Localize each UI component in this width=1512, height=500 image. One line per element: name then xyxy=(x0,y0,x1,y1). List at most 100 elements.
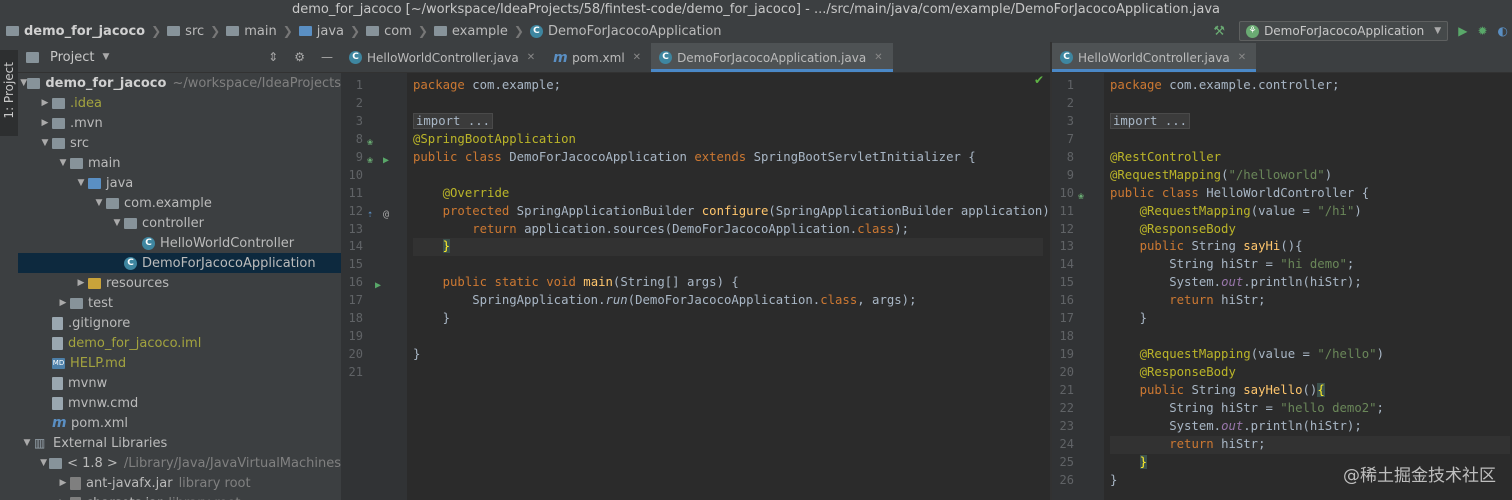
code-line[interactable]: String hiStr = "hi demo"; xyxy=(1110,256,1510,274)
code-line[interactable] xyxy=(1110,95,1510,113)
breadcrumb-item[interactable]: java xyxy=(317,24,344,39)
spring-bean-icon[interactable]: ❀ xyxy=(367,152,373,170)
editor-tab[interactable]: m pom.xml ✕ xyxy=(545,43,651,72)
expand-arrow-icon[interactable]: ▼ xyxy=(20,78,27,88)
code-line[interactable]: package com.example.controller; xyxy=(1110,77,1510,95)
tree-item[interactable]: ▶ .idea xyxy=(18,93,341,113)
tree-item[interactable]: mvnw xyxy=(18,373,341,393)
expand-arrow-icon[interactable]: ▼ xyxy=(74,178,88,188)
debug-bug-icon[interactable]: ✹ xyxy=(1477,24,1487,38)
expand-arrow-icon[interactable]: ▼ xyxy=(20,438,34,448)
code-line[interactable]: @RequestMapping(value = "/hi") xyxy=(1110,203,1510,221)
expand-arrow-icon[interactable]: ▼ xyxy=(38,458,49,468)
tree-item[interactable]: ▼ java xyxy=(18,173,341,193)
code-line[interactable]: @ResponseBody xyxy=(1110,221,1510,239)
run-gutter-icon[interactable]: ▶ xyxy=(375,277,381,295)
close-tab-icon[interactable]: ✕ xyxy=(527,52,535,63)
override-icon[interactable]: ⇡ xyxy=(367,206,373,224)
code-line[interactable]: } xyxy=(413,346,1043,364)
close-tab-icon[interactable]: ✕ xyxy=(633,52,641,63)
tree-item[interactable]: ▼ controller xyxy=(18,213,341,233)
code-line[interactable] xyxy=(413,167,1043,185)
breadcrumb-item[interactable]: demo_for_jacoco xyxy=(24,24,145,39)
close-tab-icon[interactable]: ✕ xyxy=(874,52,882,63)
tree-item[interactable]: C HelloWorldController xyxy=(18,233,341,253)
collapse-arrow-icon[interactable]: ▶ xyxy=(38,118,52,128)
code-line[interactable]: public String sayHi(){ xyxy=(1110,238,1510,256)
tree-item[interactable]: ▼ < 1.8 > /Library/Java/JavaVirtualMachine… xyxy=(18,453,341,473)
build-hammer-icon[interactable]: ⚒ xyxy=(1213,24,1225,39)
code-line[interactable]: @SpringBootApplication xyxy=(413,131,1043,149)
code-line[interactable]: SpringApplication.run(DemoForJacocoAppli… xyxy=(413,292,1043,310)
breadcrumb-item[interactable]: src xyxy=(185,24,204,39)
coverage-icon[interactable]: ◐ xyxy=(1498,24,1508,38)
code-line[interactable] xyxy=(1110,328,1510,346)
tree-item[interactable]: ▼ com.example xyxy=(18,193,341,213)
expand-arrow-icon[interactable]: ▼ xyxy=(38,138,52,148)
run-gutter-icon[interactable]: ▶ xyxy=(383,152,389,170)
run-icon[interactable]: ▶ xyxy=(1458,24,1467,38)
code-line[interactable]: public class HelloWorldController { xyxy=(1110,185,1510,203)
editor-tab[interactable]: C HelloWorldController.java ✕ xyxy=(341,43,545,72)
tree-item[interactable]: ▼ demo_for_jacoco ~/workspace/IdeaProjects xyxy=(18,73,341,93)
tree-item[interactable]: .gitignore xyxy=(18,313,341,333)
breadcrumb-item[interactable]: example xyxy=(452,24,508,39)
run-configuration-select[interactable]: ⚘ DemoForJacocoApplication ▼ xyxy=(1239,21,1449,41)
tree-item[interactable]: ▶ ant-javafx.jar library root xyxy=(18,473,341,493)
spring-bean-icon[interactable]: ❀ xyxy=(1078,188,1084,206)
code-area[interactable]: package com.example; import ... @SpringBo… xyxy=(413,77,1050,382)
code-line[interactable]: } xyxy=(1110,310,1510,328)
code-line[interactable] xyxy=(413,328,1043,346)
collapse-arrow-icon[interactable]: ▶ xyxy=(56,298,70,308)
code-line[interactable]: System.out.println(hiStr); xyxy=(1110,418,1510,436)
project-view-selector[interactable]: Project xyxy=(50,50,94,65)
code-line[interactable]: import ... xyxy=(1110,112,1510,131)
tree-item[interactable]: demo_for_jacoco.iml xyxy=(18,333,341,353)
tree-item[interactable]: mvnw.cmd xyxy=(18,393,341,413)
expand-arrow-icon[interactable]: ▼ xyxy=(92,198,106,208)
code-line[interactable]: return hiStr; xyxy=(1110,435,1510,454)
editor-tab[interactable]: C DemoForJacocoApplication.java ✕ xyxy=(651,43,893,72)
code-line[interactable] xyxy=(1110,131,1510,149)
tree-item[interactable]: C DemoForJacocoApplication xyxy=(18,253,341,273)
expand-arrow-icon[interactable]: ▼ xyxy=(56,158,70,168)
close-tab-icon[interactable]: ✕ xyxy=(1238,52,1246,63)
tree-item[interactable]: m pom.xml xyxy=(18,413,341,433)
tree-item[interactable]: MD HELP.md xyxy=(18,353,341,373)
hide-panel-icon[interactable]: — xyxy=(321,50,333,64)
code-line[interactable]: @RequestMapping("/helloworld") xyxy=(1110,167,1510,185)
code-line[interactable]: public String sayHello(){ xyxy=(1110,382,1510,400)
code-line[interactable]: protected SpringApplicationBuilder confi… xyxy=(413,203,1050,221)
code-line[interactable]: import ... xyxy=(413,112,1043,131)
code-line[interactable]: public class DemoForJacocoApplication ex… xyxy=(413,149,1043,167)
tree-item[interactable]: ▼ src xyxy=(18,133,341,153)
tree-item[interactable]: ▼ main xyxy=(18,153,341,173)
code-line[interactable]: String hiStr = "hello demo2"; xyxy=(1110,400,1510,418)
annotation-icon[interactable]: @ xyxy=(383,206,389,224)
collapse-arrow-icon[interactable]: ▶ xyxy=(56,478,70,488)
code-line[interactable]: return application.sources(DemoForJacoco… xyxy=(413,221,1043,239)
collapse-arrow-icon[interactable]: ▶ xyxy=(74,278,88,288)
expand-arrow-icon[interactable]: ▼ xyxy=(110,218,124,228)
code-line[interactable]: @RestController xyxy=(1110,149,1510,167)
chevron-down-icon[interactable]: ▼ xyxy=(102,52,109,62)
code-line[interactable]: public static void main(String[] args) { xyxy=(413,274,1043,292)
tree-item[interactable]: ▶charsets.jarlibrary root xyxy=(18,493,341,500)
code-line[interactable]: return hiStr; xyxy=(1110,292,1510,310)
gear-icon[interactable]: ⚙ xyxy=(294,50,305,64)
collapse-all-icon[interactable]: ⇕ xyxy=(268,50,278,64)
tree-item[interactable]: ▶ test xyxy=(18,293,341,313)
code-line[interactable]: @ResponseBody xyxy=(1110,364,1510,382)
collapse-arrow-icon[interactable]: ▶ xyxy=(38,98,52,108)
code-line[interactable]: @RequestMapping(value = "/hello") xyxy=(1110,346,1510,364)
tree-item[interactable]: ▼ ▥ External Libraries xyxy=(18,433,341,453)
code-line[interactable]: } xyxy=(413,238,1043,257)
editor-tab[interactable]: C HelloWorldController.java ✕ xyxy=(1052,43,1257,72)
code-line[interactable]: } xyxy=(413,310,1043,328)
breadcrumb-item[interactable]: com xyxy=(384,24,412,39)
spring-bean-icon[interactable]: ❀ xyxy=(367,134,373,152)
tree-item[interactable]: ▶ .mvn xyxy=(18,113,341,133)
breadcrumb-item[interactable]: DemoForJacocoApplication xyxy=(548,24,722,39)
code-line[interactable]: System.out.println(hiStr); xyxy=(1110,274,1510,292)
code-line[interactable] xyxy=(413,364,1043,382)
